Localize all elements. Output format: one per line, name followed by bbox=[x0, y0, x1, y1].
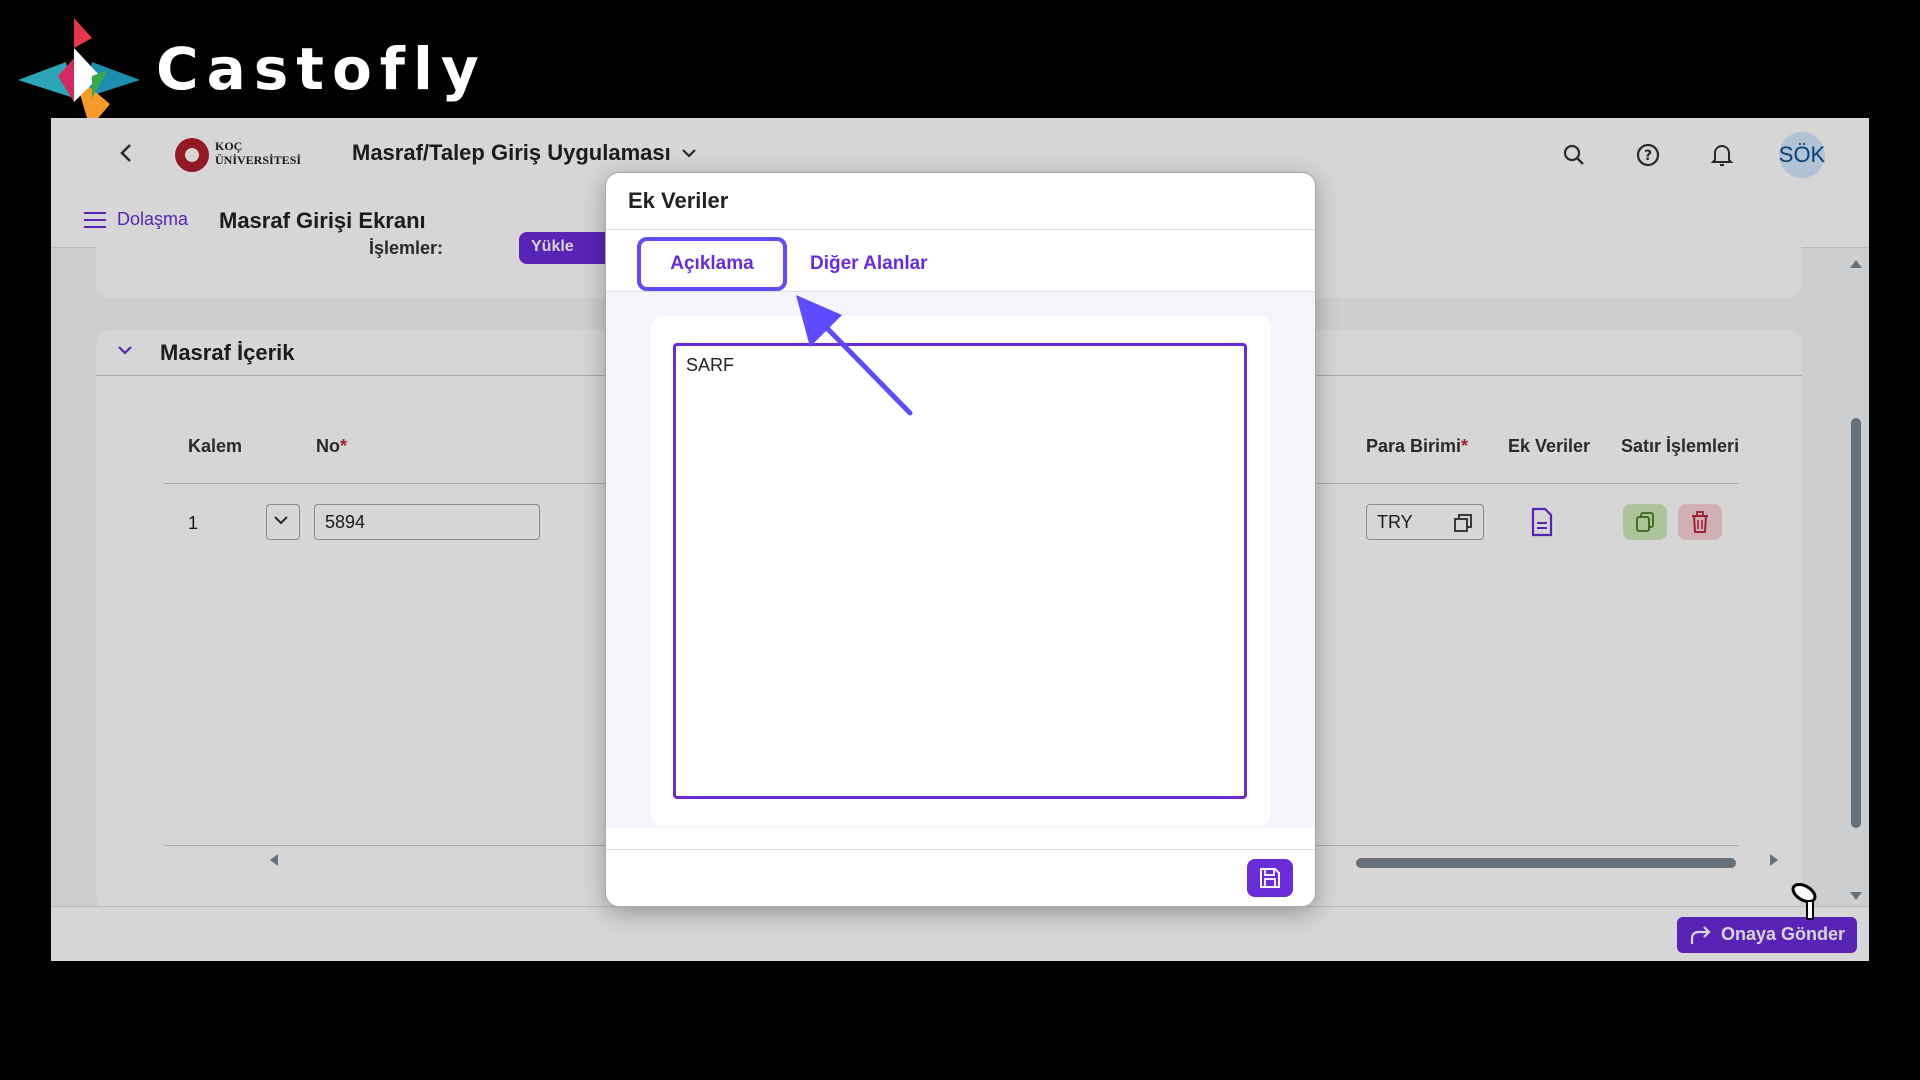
tab-diger-alanlar[interactable]: Diğer Alanlar bbox=[810, 237, 928, 291]
annotation-arrow-icon bbox=[790, 295, 920, 430]
save-icon bbox=[1260, 868, 1280, 888]
dialog-footer-divider bbox=[606, 849, 1315, 850]
castofly-brand: Castofly bbox=[18, 18, 487, 128]
castofly-logo-icon bbox=[18, 18, 140, 128]
castofly-wordmark: Castofly bbox=[156, 35, 487, 103]
tab-aciklama[interactable]: Açıklama bbox=[637, 237, 787, 291]
additional-data-dialog: Ek Veriler Açıklama Diğer Alanlar SARF bbox=[605, 172, 1316, 907]
dialog-title: Ek Veriler bbox=[628, 188, 729, 213]
description-card: SARF bbox=[651, 316, 1271, 826]
dialog-header-divider bbox=[606, 229, 1315, 230]
save-button[interactable] bbox=[1247, 859, 1293, 897]
description-textarea[interactable]: SARF bbox=[673, 343, 1247, 799]
dialog-body: SARF bbox=[606, 292, 1315, 828]
cursor-icon bbox=[1790, 882, 1826, 928]
